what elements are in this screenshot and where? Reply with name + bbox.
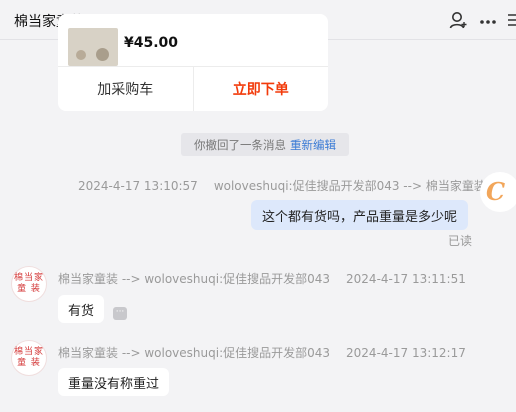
message-route: 棉当家童装 --> woloveshuqi:促佳搜品开发部043 bbox=[58, 272, 331, 286]
message-time: 2024-4-17 13:10:57 bbox=[78, 179, 198, 193]
menu-icon[interactable] bbox=[506, 10, 516, 30]
more-icon[interactable] bbox=[478, 10, 498, 30]
avatar-text-line2: 童 装 bbox=[17, 358, 41, 368]
avatar-text-line1: 棉当家 bbox=[13, 347, 44, 357]
avatar-text-line2: 童 装 bbox=[17, 284, 41, 294]
message-more-icon[interactable]: ··· bbox=[113, 307, 127, 320]
avatar-text-line1: 棉当家 bbox=[13, 273, 44, 283]
message-time: 2024-4-17 13:11:51 bbox=[346, 272, 466, 286]
recall-notice-text: 你撤回了一条消息 bbox=[194, 137, 286, 152]
product-price: ¥45.00 bbox=[124, 35, 179, 51]
message-bubble-outgoing[interactable]: 这个都有货吗，产品重量是多少呢 bbox=[251, 200, 469, 230]
read-status: 已读 bbox=[448, 234, 473, 248]
message-time: 2024-4-17 13:12:17 bbox=[346, 346, 466, 360]
recall-notice: 你撤回了一条消息 重新编辑 bbox=[181, 133, 349, 156]
user-icon[interactable] bbox=[448, 10, 468, 30]
re-edit-link[interactable]: 重新编辑 bbox=[290, 137, 336, 153]
shop-avatar[interactable]: 棉当家 童 装 bbox=[11, 340, 47, 376]
shop-avatar[interactable]: 棉当家 童 装 bbox=[11, 266, 47, 302]
message-bubble-incoming[interactable]: 重量没有称重过 bbox=[58, 368, 170, 396]
message-bubble-incoming[interactable]: 有货 bbox=[58, 295, 105, 323]
product-thumbnail[interactable] bbox=[68, 28, 118, 66]
message-meta: 2024-4-17 13:10:57 woloveshuqi:促佳搜品开发部043… bbox=[78, 177, 486, 194]
product-card-actions: 加采购车 立即下单 bbox=[58, 66, 328, 111]
my-avatar[interactable]: C bbox=[480, 172, 516, 212]
message-meta: 棉当家童装 --> woloveshuqi:促佳搜品开发部043 2024-4-1… bbox=[58, 270, 466, 287]
message-meta: 棉当家童装 --> woloveshuqi:促佳搜品开发部043 2024-4-1… bbox=[58, 344, 466, 361]
avatar-logo-text: C bbox=[486, 177, 506, 206]
product-card[interactable]: ¥45.00 加采购车 立即下单 bbox=[58, 14, 328, 111]
add-to-cart-button[interactable]: 加采购车 bbox=[58, 67, 194, 111]
buy-now-button[interactable]: 立即下单 bbox=[194, 67, 329, 111]
message-route: 棉当家童装 --> woloveshuqi:促佳搜品开发部043 bbox=[58, 346, 331, 360]
message-route: woloveshuqi:促佳搜品开发部043 --> 棉当家童装 bbox=[213, 179, 486, 193]
